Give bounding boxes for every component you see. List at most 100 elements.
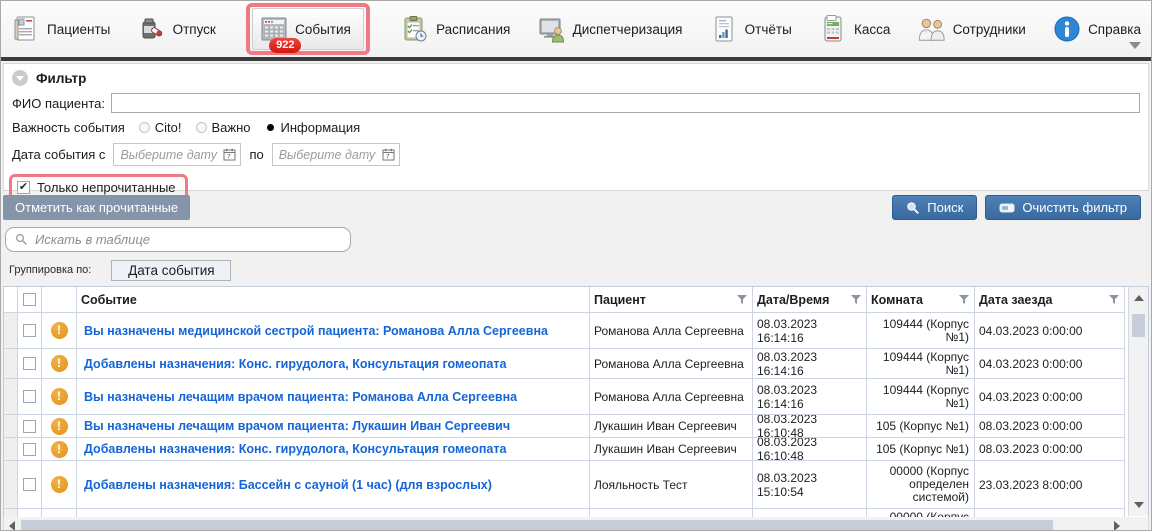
patient-cell: Романова Алла Сергеевна — [590, 349, 753, 379]
calendar-icon: 7 — [223, 148, 236, 161]
tab-label: Отпуск — [173, 22, 216, 37]
table-header-row: Событие Пациент Дата/Время Комната Дата … — [4, 287, 1148, 313]
fio-input[interactable] — [111, 93, 1140, 113]
tab-help[interactable]: Справка — [1052, 13, 1141, 45]
horizontal-scroll-thumb[interactable] — [21, 520, 1053, 530]
event-link[interactable]: Вы назначены лечащим врачом пациента: Ро… — [77, 379, 590, 415]
event-link[interactable]: Добавлены назначения: Конс. гирудолога, … — [77, 349, 590, 379]
tab-employees[interactable]: Сотрудники — [917, 13, 1026, 45]
table-row[interactable]: ! Вы назначены лечащим врачом пациента: … — [4, 379, 1148, 415]
scroll-right-arrow-icon[interactable] — [1114, 521, 1120, 531]
grouping-chip-event-date[interactable]: Дата события — [111, 260, 231, 281]
arrival-cell: 23.03.2023 8:00:00 — [975, 461, 1125, 509]
tab-label: Справка — [1088, 22, 1141, 37]
warning-icon: ! — [51, 418, 68, 435]
patients-icon — [11, 13, 41, 45]
datetime-cell: 08.03.2023 16:14:16 — [753, 349, 867, 379]
row-icon-cell: ! — [42, 415, 77, 438]
filter-funnel-icon[interactable] — [736, 294, 748, 305]
datetime-cell: 08.03.2023 16:10:48 — [753, 415, 867, 438]
vertical-scroll-thumb[interactable] — [1132, 314, 1145, 337]
table-row[interactable]: ! Добавлены назначения: Конс. гирудолога… — [4, 438, 1148, 461]
row-checkbox-cell — [18, 349, 42, 379]
row-checkbox-cell — [18, 438, 42, 461]
warning-icon: ! — [51, 441, 68, 458]
tab-events[interactable]: События 922 — [252, 8, 364, 50]
scroll-left-arrow-icon[interactable] — [9, 521, 15, 531]
svg-text:7: 7 — [386, 154, 390, 161]
search-button[interactable]: Поиск — [892, 195, 977, 220]
tab-label: Отчёты — [745, 22, 792, 37]
row-gutter — [4, 313, 18, 349]
tab-cashdesk[interactable]: Касса — [818, 13, 890, 45]
event-link[interactable]: Вы назначены лечащим врачом пациента: Лу… — [77, 415, 590, 438]
date-from-picker[interactable]: Выберите дату 7 — [113, 143, 241, 166]
select-all-checkbox[interactable] — [23, 293, 36, 306]
tab-patients[interactable]: Пациенты — [11, 13, 110, 45]
row-checkbox[interactable] — [23, 443, 36, 456]
tab-dispatch[interactable]: Диспетчеризация — [537, 13, 683, 45]
row-icon-cell: ! — [42, 438, 77, 461]
row-checkbox[interactable] — [23, 324, 36, 337]
radio-cito-icon — [139, 122, 150, 133]
event-link[interactable]: Вы назначены медицинской сестрой пациент… — [77, 313, 590, 349]
table-search-placeholder: Искать в таблице — [35, 232, 150, 247]
tab-schedules[interactable]: Расписания — [400, 13, 510, 45]
clear-filter-icon — [999, 202, 1015, 214]
radio-information-icon — [267, 124, 274, 131]
arrival-cell: 08.03.2023 0:00:00 — [975, 415, 1125, 438]
filter-funnel-icon[interactable] — [958, 294, 970, 305]
room-cell: 109444 (Корпус №1) — [867, 379, 975, 415]
table-row[interactable]: ! Вы назначены медицинской сестрой пацие… — [4, 313, 1148, 349]
header-select-all — [18, 287, 42, 313]
row-gutter — [4, 379, 18, 415]
radio-information[interactable]: Информация — [265, 120, 361, 135]
date-to-label: по — [249, 147, 263, 162]
header-event[interactable]: Событие — [77, 287, 590, 313]
row-gutter — [4, 415, 18, 438]
row-checkbox-cell — [18, 461, 42, 509]
event-link[interactable]: Добавлены назначения: Бассейн с сауной (… — [77, 461, 590, 509]
radio-important[interactable]: Важно — [196, 120, 251, 135]
filter-funnel-icon[interactable] — [1108, 294, 1120, 305]
clear-filter-button[interactable]: Очистить фильтр — [985, 195, 1141, 220]
room-cell: 109444 (Корпус №1) — [867, 349, 975, 379]
header-label: Событие — [81, 293, 137, 307]
date-to-picker[interactable]: Выберите дату 7 — [272, 143, 400, 166]
table-row[interactable]: ! Добавлены назначения: Конс. гирудолога… — [4, 349, 1148, 379]
unread-checkbox[interactable] — [17, 181, 30, 194]
event-link[interactable]: Добавлены назначения: Конс. гирудолога, … — [77, 438, 590, 461]
employees-icon — [917, 13, 947, 45]
tab-vacation[interactable]: Отпуск — [137, 13, 216, 45]
table-search-input[interactable]: Искать в таблице — [5, 227, 351, 252]
table-row[interactable]: ! Добавлены назначения: Бассейн с сауной… — [4, 461, 1148, 509]
datetime-cell: 08.03.2023 16:14:16 — [753, 313, 867, 349]
header-arrival[interactable]: Дата заезда — [975, 287, 1125, 313]
header-room[interactable]: Комната — [867, 287, 975, 313]
row-checkbox[interactable] — [23, 390, 36, 403]
tab-reports[interactable]: Отчёты — [709, 13, 792, 45]
horizontal-scrollbar[interactable] — [3, 517, 1149, 531]
vertical-scrollbar[interactable] — [1128, 287, 1148, 516]
table-row[interactable]: ! Вы назначены лечащим врачом пациента: … — [4, 415, 1148, 438]
scroll-up-arrow-icon[interactable] — [1134, 295, 1144, 301]
row-checkbox[interactable] — [23, 357, 36, 370]
dispatch-icon — [537, 13, 567, 45]
row-checkbox[interactable] — [23, 478, 36, 491]
toolbar-overflow-arrow-icon[interactable] — [1129, 42, 1141, 49]
row-icon-cell: ! — [42, 349, 77, 379]
filter-collapse-button[interactable] — [12, 70, 28, 86]
grouping-row: Группировка по: Дата события — [3, 258, 1149, 282]
search-button-label: Поиск — [927, 200, 963, 215]
scroll-down-arrow-icon[interactable] — [1134, 502, 1144, 508]
fio-label: ФИО пациента: — [12, 96, 105, 111]
row-checkbox[interactable] — [23, 420, 36, 433]
header-datetime[interactable]: Дата/Время — [753, 287, 867, 313]
header-patient[interactable]: Пациент — [590, 287, 753, 313]
radio-cito[interactable]: Cito! — [139, 120, 182, 135]
filter-funnel-icon[interactable] — [850, 294, 862, 305]
mark-as-read-button[interactable]: Отметить как прочитанные — [3, 195, 190, 220]
row-gutter — [4, 349, 18, 379]
tab-label: Пациенты — [47, 22, 110, 37]
search-icon — [15, 233, 28, 246]
